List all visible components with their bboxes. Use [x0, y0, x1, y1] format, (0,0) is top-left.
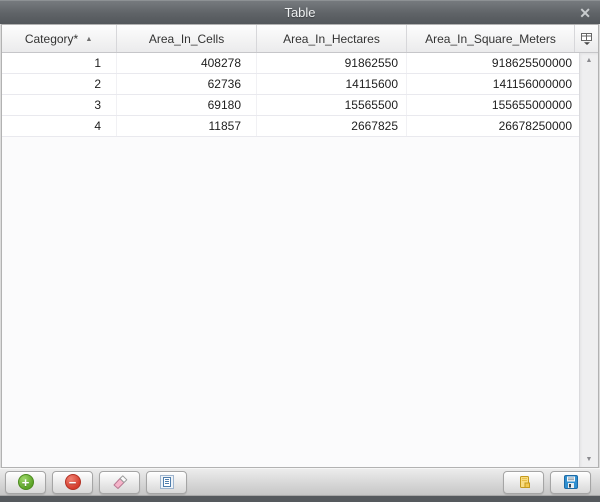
sort-ascending-icon: ▲ [86, 34, 93, 42]
bottom-toolbar: + − [0, 468, 600, 496]
table-rows: 1 408278 91862550 918625500000 2 62736 1… [2, 53, 579, 137]
scroll-down-icon[interactable]: ▼ [580, 456, 598, 463]
table-window: Table ✕ Category* ▲ Area_In_Cells Area_I… [0, 0, 600, 502]
column-header-category[interactable]: Category* ▲ [2, 25, 117, 52]
cell-area-in-cells[interactable]: 408278 [117, 53, 257, 73]
window-title: Table [284, 5, 315, 20]
delete-record-button[interactable]: − [52, 471, 93, 494]
title-bar[interactable]: Table ✕ [0, 0, 600, 24]
cell-category[interactable]: 1 [2, 53, 117, 73]
remove-icon: − [65, 474, 81, 490]
close-icon[interactable]: ✕ [579, 3, 591, 23]
cell-area-in-square-meters[interactable]: 155655000000 [407, 95, 579, 115]
scroll-up-icon[interactable]: ▲ [580, 57, 598, 64]
cell-category[interactable]: 2 [2, 74, 117, 94]
table-row[interactable]: 2 62736 14115600 141156000000 [2, 74, 579, 95]
eraser-icon [112, 474, 128, 490]
column-header-area-in-hectares[interactable]: Area_In_Hectares [257, 25, 407, 52]
add-icon: + [18, 474, 34, 490]
show-as-form-button[interactable] [146, 471, 187, 494]
column-header-label: Area_In_Hectares [283, 32, 380, 46]
cell-category[interactable]: 4 [2, 116, 117, 136]
eraser-button[interactable] [99, 471, 140, 494]
window-bottom-edge [0, 496, 600, 502]
cell-area-in-square-meters[interactable]: 26678250000 [407, 116, 579, 136]
save-table-button[interactable] [550, 471, 591, 494]
cell-area-in-hectares[interactable]: 14115600 [257, 74, 407, 94]
table-row[interactable]: 4 11857 2667825 26678250000 [2, 116, 579, 137]
save-floppy-icon [563, 474, 579, 490]
cell-area-in-cells[interactable]: 62736 [117, 74, 257, 94]
cell-area-in-cells[interactable]: 11857 [117, 116, 257, 136]
column-header-area-in-cells[interactable]: Area_In_Cells [117, 25, 257, 52]
folder-icon [516, 474, 532, 490]
form-view-icon [159, 474, 175, 490]
column-picker-icon [580, 32, 594, 46]
cell-category[interactable]: 3 [2, 95, 117, 115]
column-header-label: Category* [25, 32, 78, 46]
column-picker-button[interactable] [575, 25, 598, 52]
column-header-area-in-square-meters[interactable]: Area_In_Square_Meters [407, 25, 575, 52]
table-row[interactable]: 3 69180 15565500 155655000000 [2, 95, 579, 116]
cell-area-in-hectares[interactable]: 2667825 [257, 116, 407, 136]
cell-area-in-hectares[interactable]: 91862550 [257, 53, 407, 73]
cell-area-in-hectares[interactable]: 15565500 [257, 95, 407, 115]
open-table-button[interactable] [503, 471, 544, 494]
table-body: 1 408278 91862550 918625500000 2 62736 1… [2, 53, 598, 467]
table-row[interactable]: 1 408278 91862550 918625500000 [2, 53, 579, 74]
cell-area-in-cells[interactable]: 69180 [117, 95, 257, 115]
column-header-label: Area_In_Cells [149, 32, 224, 46]
column-header-label: Area_In_Square_Meters [425, 32, 556, 46]
add-record-button[interactable]: + [5, 471, 46, 494]
attribute-table: Category* ▲ Area_In_Cells Area_In_Hectar… [1, 24, 599, 468]
cell-area-in-square-meters[interactable]: 141156000000 [407, 74, 579, 94]
vertical-scrollbar[interactable]: ▲ ▼ [579, 53, 598, 467]
table-header-row: Category* ▲ Area_In_Cells Area_In_Hectar… [2, 25, 598, 53]
cell-area-in-square-meters[interactable]: 918625500000 [407, 53, 579, 73]
